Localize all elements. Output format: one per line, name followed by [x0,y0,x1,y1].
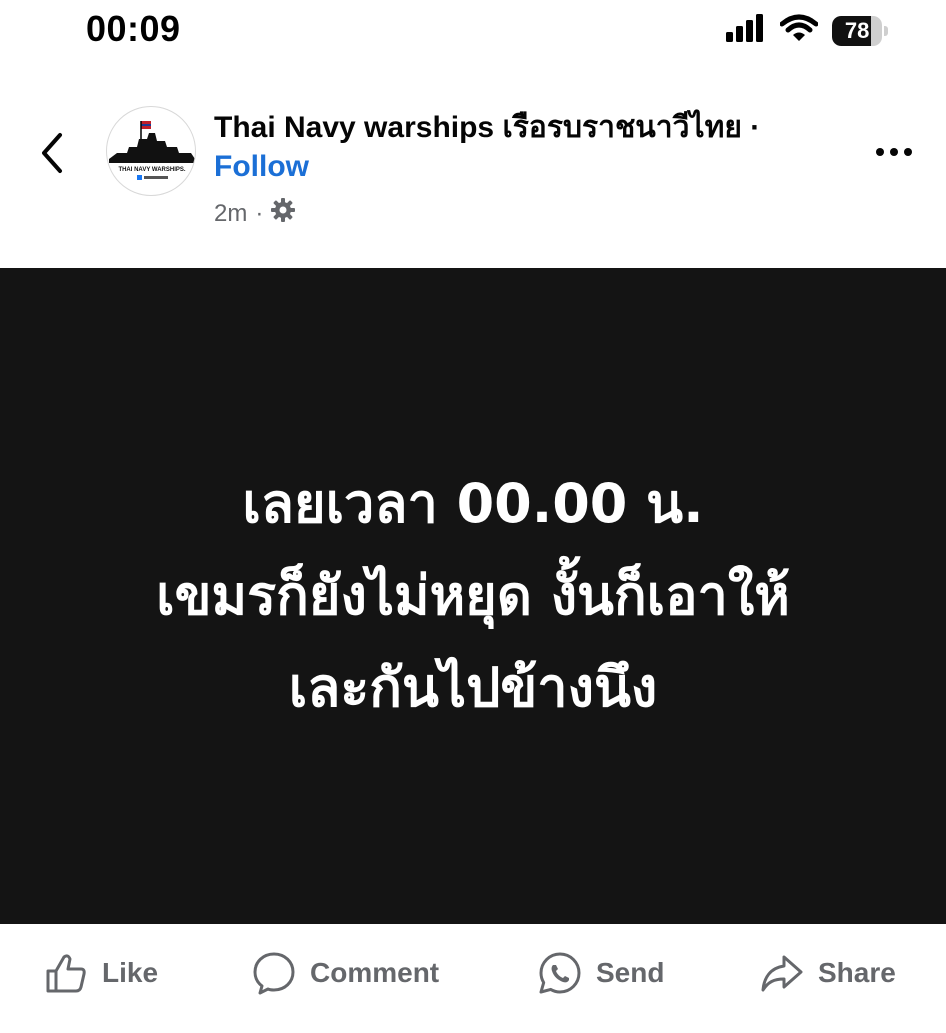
thumbs-up-icon [46,954,86,993]
meta-dot: · [255,199,264,227]
whatsapp-icon [539,952,581,994]
name-separator: · [750,111,761,144]
wifi-icon [779,14,819,47]
battery-level: 78 [844,17,870,43]
post-time: 2m [214,199,248,227]
share-button[interactable]: Share [760,948,896,998]
post-action-bar: Like Comment Send Share [0,924,946,1033]
like-label: Like [102,957,159,988]
like-button[interactable]: Like [44,948,158,998]
post-text-card[interactable]: เลยเวลา 00.00 น. เขมรก็ยังไม่หยุด งั้นก็… [0,268,946,924]
more-options-button[interactable] [872,140,916,164]
chevron-left-icon [42,133,62,173]
status-icons: 78 [726,14,888,47]
more-dot [876,148,884,156]
send-label: Send [596,957,665,988]
page-name[interactable]: Thai Navy warships เรือรบราชนาวีไทย · [214,104,760,151]
share-label: Share [818,957,896,988]
page-name-text: Thai Navy warships เรือรบราชนาวีไทย [214,111,742,144]
battery-icon: 78 [832,15,888,46]
post-text-line-2: เขมรก็ยังไม่หยุด งั้นก็เอาให้ [156,564,790,627]
gear-icon[interactable] [271,198,296,229]
svg-text:THAI NAVY WARSHIPS.: THAI NAVY WARSHIPS. [118,167,185,173]
follow-button[interactable]: Follow [214,150,309,184]
post-text-line-1: เลยเวลา 00.00 น. [242,472,704,535]
status-time: 00:09 [86,8,181,49]
comment-icon [253,952,295,995]
cellular-signal-icon [726,14,766,47]
status-bar: 00:09 78 [0,0,946,64]
more-dot [890,148,898,156]
avatar[interactable]: THAI NAVY WARSHIPS. [106,106,196,196]
comment-label: Comment [310,957,440,988]
send-button[interactable]: Send [538,948,664,998]
post-meta: 2m · [214,198,296,229]
post-text-line-3: เละกันไปข้างนึง [288,656,658,719]
back-button[interactable] [32,128,72,178]
comment-button[interactable]: Comment [252,948,439,998]
more-dot [904,148,912,156]
post-header: THAI NAVY WARSHIPS. Thai Navy warships เ… [0,90,946,240]
share-arrow-icon [761,955,803,992]
warship-logo-icon: THAI NAVY WARSHIPS. [109,121,195,180]
